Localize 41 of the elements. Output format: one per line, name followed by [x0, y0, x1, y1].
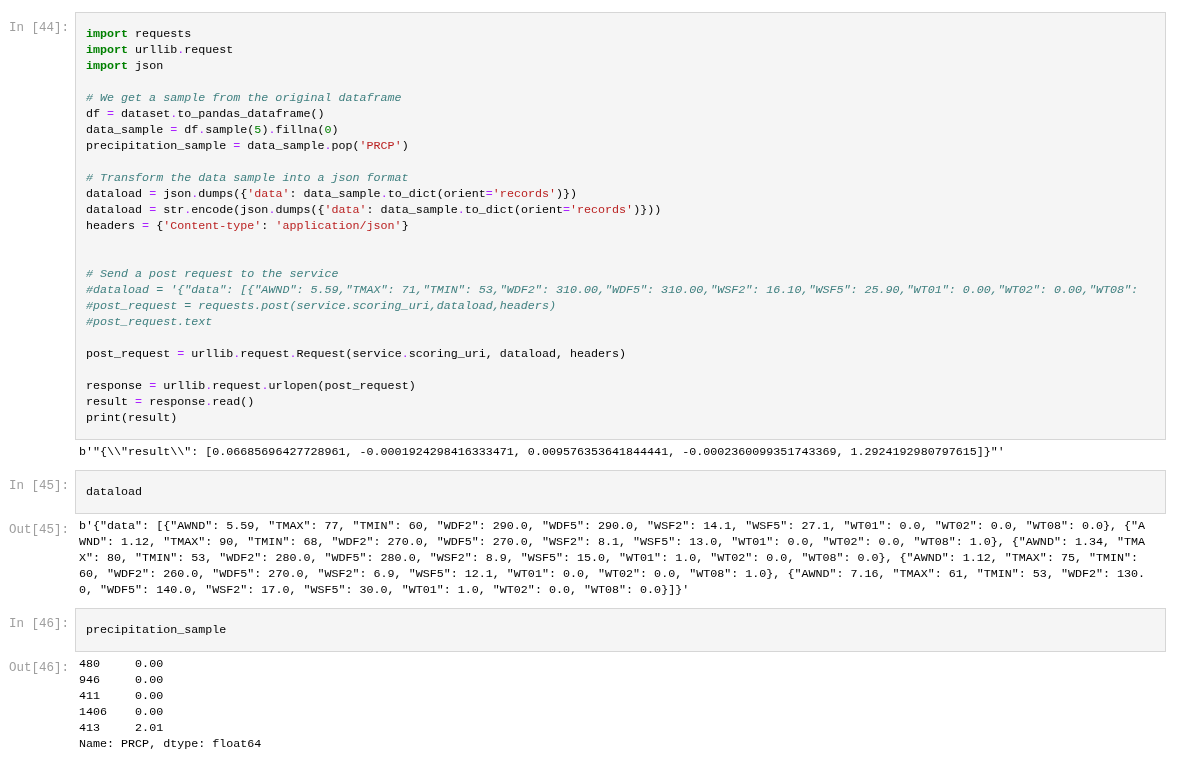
- code-line: result = response.read(): [86, 394, 256, 410]
- code-cell[interactable]: precipitation_sample: [75, 608, 1166, 652]
- code-line: response = urllib.request.urlopen(post_request): [86, 378, 417, 394]
- code-cell[interactable]: dataload: [75, 470, 1166, 514]
- output-line: WND": 1.12, "TMAX": 90, "TMIN": 68, "WDF2": 270.0, "WDF5": 270.0, "WSF2": 8.1, "WSF5": 13.0, "WT01": 0.0, "WT02": 0.0, "WT08": 1.0}, {"AWND": 1.34, "TMA: [79, 534, 1147, 550]
- code-line: data_sample = df.sample(5).fillna(0): [86, 122, 340, 138]
- output-line: 946 0.00: [79, 672, 165, 688]
- input-prompt: In [45]:: [9, 478, 70, 494]
- code-line: dataload = json.dumps({'data': data_sample.to_dict(orient='records')}): [86, 186, 579, 202]
- code-line: precipitation_sample: [86, 622, 228, 638]
- code-line: import json: [86, 58, 165, 74]
- code-line: #dataload = '{"data": [{"AWND": 5.59,"TMAX": 71,"TMIN": 53,"WDF2": 310.00,"WDF5": 310.00,"WSF2": 16.10,"WSF5": 25.90,"WT01": 0.00,"WT02": 0.00,"WT08":: [86, 282, 1140, 298]
- code-line: import urllib.request: [86, 42, 235, 58]
- code-line: import requests: [86, 26, 193, 42]
- output-line: X": 80, "TMIN": 53, "WDF2": 280.0, "WDF5": 280.0, "WSF2": 8.9, "WSF5": 15.0, "WT01": 1.0, "WT02": 0.0, "WT08": 0.0}, {"AWND": 1.12, "TMAX": 75, "TMIN":: [79, 550, 1140, 566]
- output-line: 0, "WDF5": 140.0, "WSF2": 17.0, "WSF5": 30.0, "WT01": 1.0, "WT02": 0.0, "WT08": 0.0}]}': [79, 582, 691, 598]
- code-line: print(result): [86, 410, 179, 426]
- output-line: 1406 0.00: [79, 704, 165, 720]
- code-line: dataload: [86, 484, 144, 500]
- code-line: dataload = str.encode(json.dumps({'data': data_sample.to_dict(orient='records')})): [86, 202, 663, 218]
- output-line: b'{"data": [{"AWND": 5.59, "TMAX": 77, "TMIN": 60, "WDF2": 290.0, "WDF5": 290.0, "WSF2": 14.1, "WSF5": 27.1, "WT01": 0.0, "WT02": 0.0, "WT08": 0.0}, {"A: [79, 518, 1147, 534]
- input-prompt: In [44]:: [9, 20, 70, 36]
- code-line: #post_request.text: [86, 314, 214, 330]
- output-line: 413 2.01: [79, 720, 165, 736]
- code-cell[interactable]: [75, 12, 1166, 440]
- code-line: # We get a sample from the original dataframe: [86, 90, 403, 106]
- output-line: 60, "WDF2": 260.0, "WDF5": 270.0, "WSF2": 6.9, "WSF5": 12.1, "WT01": 0.0, "WT02": 0.0, "WT08": 1.0}, {"AWND": 7.16, "TMAX": 61, "TMIN": 53, "WDF2": 130.: [79, 566, 1147, 582]
- output-prompt: Out[45]:: [9, 522, 70, 538]
- output-line: 411 0.00: [79, 688, 165, 704]
- input-prompt: In [46]:: [9, 616, 70, 632]
- code-line: post_request = urllib.request.Request(service.scoring_uri, dataload, headers): [86, 346, 628, 362]
- output-prompt: Out[46]:: [9, 660, 70, 676]
- code-line: # Transform the data sample into a json format: [86, 170, 410, 186]
- code-line: # Send a post request to the service: [86, 266, 340, 282]
- code-line: #post_request = requests.post(service.scoring_uri,dataload,headers): [86, 298, 557, 314]
- output-line: Name: PRCP, dtype: float64: [79, 736, 263, 752]
- code-line: precipitation_sample = data_sample.pop('PRCP'): [86, 138, 410, 154]
- output-line: b'"{\\"result\\": [0.06685696427728961, -0.0001924298416333471, 0.009576353641844441, -0.0002360099351743369, 1.2924192980797615]}"': [79, 444, 1006, 460]
- output-line: 480 0.00: [79, 656, 165, 672]
- code-line: headers = {'Content-type': 'application/json'}: [86, 218, 410, 234]
- code-line: df = dataset.to_pandas_dataframe(): [86, 106, 326, 122]
